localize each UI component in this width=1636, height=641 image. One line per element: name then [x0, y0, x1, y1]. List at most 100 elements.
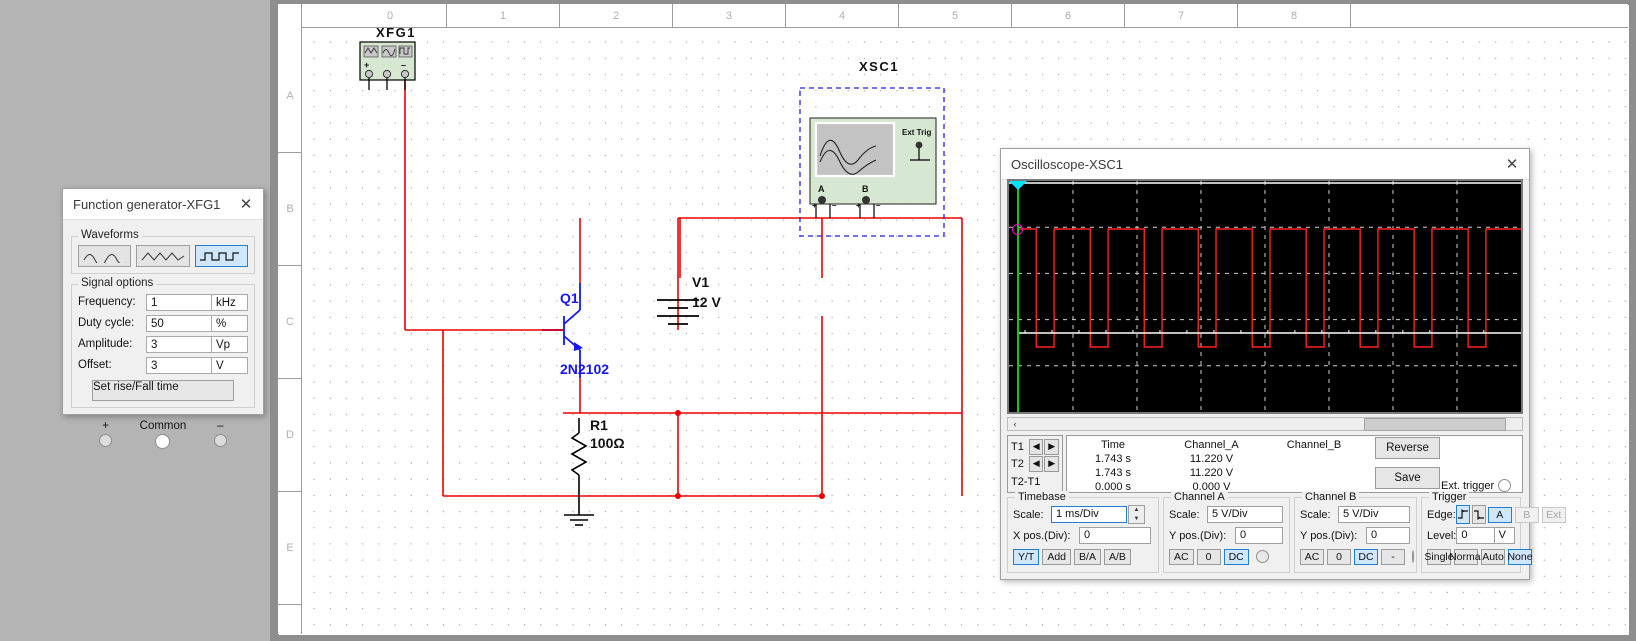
- cursor-t2-left-button[interactable]: ◀: [1028, 455, 1044, 472]
- triangle-wave-button[interactable]: [136, 245, 190, 267]
- trigger-level-unit[interactable]: V: [1494, 527, 1515, 544]
- trigger-edge-falling-icon[interactable]: [1471, 505, 1486, 524]
- timebase-xpos-input[interactable]: 0: [1079, 527, 1151, 544]
- offset-unit[interactable]: V: [212, 356, 248, 374]
- cursor-t1-left-button[interactable]: ◀: [1028, 438, 1044, 455]
- reverse-button[interactable]: Reverse: [1375, 437, 1440, 459]
- scope-control-panels: Timebase Scale: 1 ms/Div ▲ ▼ X pos.(Div):…: [1007, 491, 1566, 573]
- terminal-common-jack[interactable]: [155, 434, 171, 449]
- cursor-t2-right-button[interactable]: ▶: [1044, 455, 1060, 472]
- channel-a-offset-handle[interactable]: [1012, 224, 1023, 235]
- cursor-t1-line[interactable]: [1017, 181, 1019, 412]
- square-wave-button[interactable]: [194, 245, 248, 267]
- terminal-common-label: Common: [139, 420, 187, 432]
- cursor-t2-label: T2: [1011, 457, 1024, 470]
- svg-text:A: A: [818, 184, 825, 194]
- offset-row: Offset: 3 V: [78, 356, 248, 374]
- channel-a-scale-row: Scale: 5 V/Div: [1169, 505, 1284, 524]
- ruler-tick-2: 2: [560, 4, 673, 28]
- svg-text:–: –: [401, 60, 406, 70]
- trigger-source-b-button[interactable]: B: [1514, 506, 1539, 523]
- trigger-edge-rising-icon[interactable]: [1455, 505, 1470, 524]
- amplitude-unit[interactable]: Vp: [212, 335, 248, 353]
- channel-a-scale-input[interactable]: 5 V/Div: [1207, 506, 1283, 523]
- app-root: 012345678 ABCDE + – XFG1 Ext Trig A B + …: [0, 0, 1636, 641]
- timebase-scale-label: Scale:: [1013, 508, 1044, 521]
- terminal-plus[interactable]: +: [77, 420, 134, 449]
- cursor-t1-right-button[interactable]: ▶: [1044, 438, 1060, 455]
- oscilloscope-window[interactable]: Oscilloscope-XSC1 ✕ ‹ T1 ◀ ▶ T2 ◀ ▶ T2-T…: [1000, 148, 1566, 580]
- trigger-mode-normal-button[interactable]: Normal: [1449, 548, 1483, 565]
- trigger-mode-none-button[interactable]: None: [1507, 548, 1533, 565]
- trigger-source-ext-button[interactable]: Ext: [1541, 506, 1566, 523]
- cursor-t1-flag-icon[interactable]: [1009, 181, 1027, 190]
- terminal-plus-jack[interactable]: [99, 434, 113, 447]
- trigger-mode-auto-button[interactable]: Auto: [1481, 548, 1505, 565]
- function-generator-terminals: + Common –: [71, 420, 255, 449]
- frequency-input[interactable]: 1: [146, 293, 212, 311]
- amplitude-input[interactable]: 3: [146, 335, 212, 353]
- channel-b-scale-label: Scale:: [1300, 508, 1331, 521]
- function-generator-window[interactable]: Function generator-XFG1 ✕ Waveforms Sign…: [62, 188, 264, 449]
- oscilloscope-display[interactable]: [1007, 179, 1523, 414]
- channel-a-coupling-gnd-button[interactable]: 0: [1196, 548, 1221, 565]
- channel-b-ypos-input[interactable]: 0: [1366, 527, 1410, 544]
- trigger-source-a-button[interactable]: A: [1487, 506, 1512, 523]
- ruler-tick-0: 0: [334, 4, 447, 28]
- timebase-mode-ba-button[interactable]: B/A: [1074, 548, 1101, 565]
- xfg1-label: XFG1: [376, 28, 416, 40]
- ext-trigger-jack-icon[interactable]: [1498, 479, 1512, 492]
- ruler-tick-8: 8: [1238, 4, 1351, 28]
- channel-b-probe-jack-icon[interactable]: [1412, 550, 1414, 563]
- close-icon[interactable]: ✕: [1495, 150, 1529, 178]
- waveform-horizontal-scrollbar[interactable]: ‹: [1007, 417, 1523, 431]
- readout-t1-channel-b: [1264, 452, 1364, 466]
- trigger-mode-single-button[interactable]: Single: [1424, 548, 1454, 565]
- timebase-mode-yt-button[interactable]: Y/T: [1013, 548, 1040, 565]
- timebase-scale-input[interactable]: 1 ms/Div: [1051, 506, 1127, 523]
- trigger-level-input[interactable]: 0: [1456, 527, 1495, 544]
- terminal-common[interactable]: Common: [134, 420, 191, 449]
- channel-a-panel: Channel A Scale: 5 V/Div Y pos.(Div): 0 …: [1163, 491, 1290, 573]
- ground-symbol: [564, 496, 594, 526]
- channel-b-invert-button[interactable]: -: [1381, 548, 1405, 565]
- timebase-scale-stepper[interactable]: ▲ ▼: [1128, 505, 1145, 524]
- xsc1-symbol: Ext Trig A B + – + –: [799, 87, 945, 237]
- channel-a-coupling-ac-button[interactable]: AC: [1169, 548, 1194, 565]
- channel-a-probe-jack-icon[interactable]: [1255, 550, 1269, 563]
- set-rise-fall-time-button[interactable]: Set rise/Fall time: [92, 380, 234, 401]
- timebase-mode-ab-button[interactable]: A/B: [1103, 548, 1131, 565]
- function-generator-titlebar[interactable]: Function generator-XFG1 ✕: [63, 189, 263, 220]
- offset-label: Offset:: [78, 359, 112, 371]
- channel-b-coupling-ac-button[interactable]: AC: [1300, 548, 1324, 565]
- timebase-mode-row: Y/T Add B/A A/B: [1013, 547, 1153, 566]
- svg-text:–: –: [876, 201, 881, 210]
- channel-a-coupling-dc-button[interactable]: DC: [1223, 548, 1249, 565]
- scrollbar-thumb[interactable]: [1364, 417, 1506, 431]
- terminal-minus[interactable]: –: [192, 420, 249, 449]
- signal-options-label: Signal options: [78, 277, 157, 289]
- timebase-xpos-row: X pos.(Div): 0: [1013, 526, 1153, 545]
- frequency-unit[interactable]: kHz: [212, 293, 248, 311]
- duty-cycle-unit[interactable]: %: [212, 314, 248, 332]
- timebase-mode-add-button[interactable]: Add: [1042, 548, 1072, 565]
- save-button[interactable]: Save: [1375, 467, 1440, 489]
- sine-wave-button[interactable]: [78, 245, 132, 267]
- channel-a-label: Channel A: [1171, 491, 1228, 503]
- channel-b-coupling-dc-button[interactable]: DC: [1354, 548, 1378, 565]
- scroll-left-arrow-icon[interactable]: ‹: [1008, 419, 1022, 429]
- close-icon[interactable]: ✕: [229, 190, 263, 218]
- amplitude-row: Amplitude: 3 Vp: [78, 335, 248, 353]
- xfg1-symbol: + –: [359, 41, 416, 90]
- channel-b-coupling-row: AC 0 DC -: [1300, 547, 1414, 566]
- channel-a-scale-label: Scale:: [1169, 508, 1200, 521]
- channel-b-coupling-gnd-button[interactable]: 0: [1327, 548, 1351, 565]
- offset-input[interactable]: 3: [146, 356, 212, 374]
- channel-a-ypos-input[interactable]: 0: [1235, 527, 1283, 544]
- terminal-minus-jack[interactable]: [213, 434, 227, 447]
- oscilloscope-titlebar[interactable]: Oscilloscope-XSC1 ✕: [1001, 149, 1529, 180]
- duty-cycle-input[interactable]: 50: [146, 314, 212, 332]
- channel-b-scale-input[interactable]: 5 V/Div: [1338, 506, 1410, 523]
- cursor-t1-row: T1 ◀ ▶: [1011, 438, 1060, 455]
- ruler-tick-6: 6: [1012, 4, 1125, 28]
